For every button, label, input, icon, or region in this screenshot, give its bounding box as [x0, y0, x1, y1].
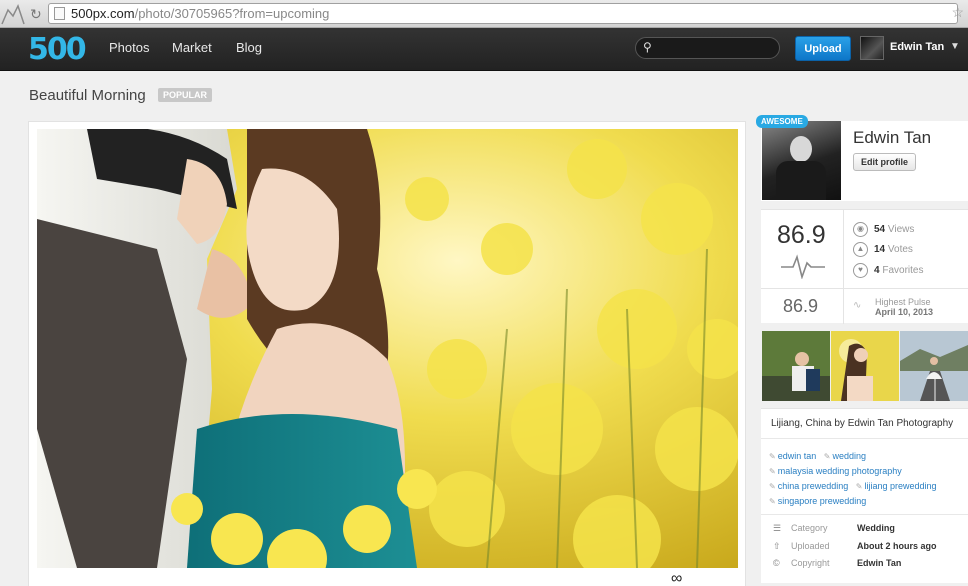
upload-button[interactable]: Upload [795, 36, 851, 61]
tag-link[interactable]: singapore prewedding [769, 496, 866, 506]
nav-market[interactable]: Market [172, 40, 212, 55]
thumbnail-2[interactable] [831, 331, 899, 401]
awesome-badge: AWESOME [756, 115, 808, 128]
owner-card: AWESOME Edwin Tan Edit profile [756, 115, 968, 201]
site-logo[interactable]: 500 [28, 32, 87, 67]
photo-title: Beautiful Morning [29, 87, 146, 104]
meta-uploaded: ⇧ Uploaded About 2 hours ago [773, 541, 937, 551]
page-icon [54, 7, 65, 20]
owner-name[interactable]: Edwin Tan [853, 128, 931, 148]
tag-link[interactable]: china prewedding [769, 481, 848, 491]
highest-pulse: ∿ Highest Pulse April 10, 2013 [853, 297, 934, 317]
eye-icon: ◉ [853, 222, 868, 237]
tag-link[interactable]: wedding [824, 451, 866, 461]
user-menu[interactable]: Edwin Tan ▼ [858, 34, 968, 62]
browser-profile-icon [1, 4, 25, 25]
pulse-score: 86.9 [777, 221, 826, 249]
related-thumbnails [761, 331, 968, 401]
main-photo[interactable] [37, 129, 738, 568]
chevron-down-icon: ▼ [950, 41, 960, 52]
copyright-icon: © [773, 558, 780, 568]
nav-blog[interactable]: Blog [236, 40, 262, 55]
meta-category: ☰ Category Wedding [773, 523, 895, 533]
edit-profile-button[interactable]: Edit profile [853, 153, 916, 171]
photo-card: ∞ [28, 121, 746, 586]
thumbs-up-icon: ▲ [853, 242, 868, 257]
nav-photos[interactable]: Photos [109, 40, 149, 55]
owner-avatar[interactable] [762, 121, 841, 200]
meta-copyright: © Copyright Edwin Tan [773, 558, 902, 568]
pulse-wave-icon: ∿ [853, 300, 862, 311]
pulse-icon [781, 254, 825, 279]
stats-card: 86.9 ◉ 54 Views ▲ 14 Votes ♥ 4 Favorites 86… [761, 209, 968, 324]
photo-details: Lijiang, China by Edwin Tan Photography … [761, 408, 968, 583]
bookmark-star-icon[interactable]: ☆ [951, 4, 964, 21]
heart-icon: ♥ [853, 263, 868, 278]
search-input[interactable]: ⚲ [635, 37, 780, 59]
favorites-stat: ♥ 4 Favorites [853, 263, 923, 278]
user-avatar [860, 36, 884, 60]
tag-list: edwin tan wedding malaysia wedding photo… [769, 449, 965, 509]
views-stat: ◉ 54 Views [853, 222, 914, 237]
upload-arrow-icon: ⇧ [773, 541, 781, 551]
thumbnail-1[interactable] [762, 331, 830, 401]
popular-badge: POPULAR [158, 88, 213, 102]
reload-icon[interactable]: ↻ [30, 6, 42, 23]
tag-link[interactable]: malaysia wedding photography [769, 466, 902, 476]
share-icon[interactable]: ∞ [671, 570, 682, 586]
browser-toolbar: ↻ 500px.com/photo/30705965?from=upcoming… [0, 0, 968, 28]
url-host: 500px.com [71, 6, 135, 21]
highest-pulse-value: 86.9 [783, 296, 819, 316]
votes-stat: ▲ 14 Votes [853, 242, 913, 257]
url-path: /photo/30705965?from=upcoming [134, 6, 330, 21]
user-name: Edwin Tan [890, 41, 945, 53]
list-icon: ☰ [773, 523, 782, 533]
tag-link[interactable]: lijiang prewedding [856, 481, 937, 491]
address-bar[interactable]: 500px.com/photo/30705965?from=upcoming [48, 3, 958, 24]
thumbnail-3[interactable] [900, 331, 968, 401]
site-header: 500 Photos Market Blog ⚲ Upload Edwin Ta… [0, 28, 968, 71]
tag-link[interactable]: edwin tan [769, 451, 816, 461]
search-icon: ⚲ [643, 40, 652, 54]
photo-description: Lijiang, China by Edwin Tan Photography [771, 418, 954, 429]
